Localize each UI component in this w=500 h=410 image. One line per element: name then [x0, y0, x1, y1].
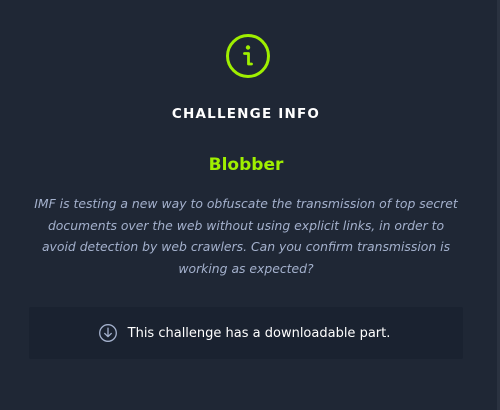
dialog-title: CHALLENGE INFO	[171, 106, 321, 122]
challenge-info-panel: CHALLENGE INFO Blobber IMF is testing a …	[0, 0, 500, 410]
download-icon	[98, 324, 117, 342]
download-notice: This challenge has a downloadable part.	[29, 307, 463, 359]
download-notice-content: This challenge has a downloadable part.	[29, 307, 463, 359]
challenge-name: Blobber	[208, 155, 284, 175]
challenge-description: IMF is testing a new way to obfuscate th…	[34, 196, 458, 276]
download-notice-text: This challenge has a downloadable part.	[127, 325, 391, 341]
info-icon	[226, 34, 270, 78]
